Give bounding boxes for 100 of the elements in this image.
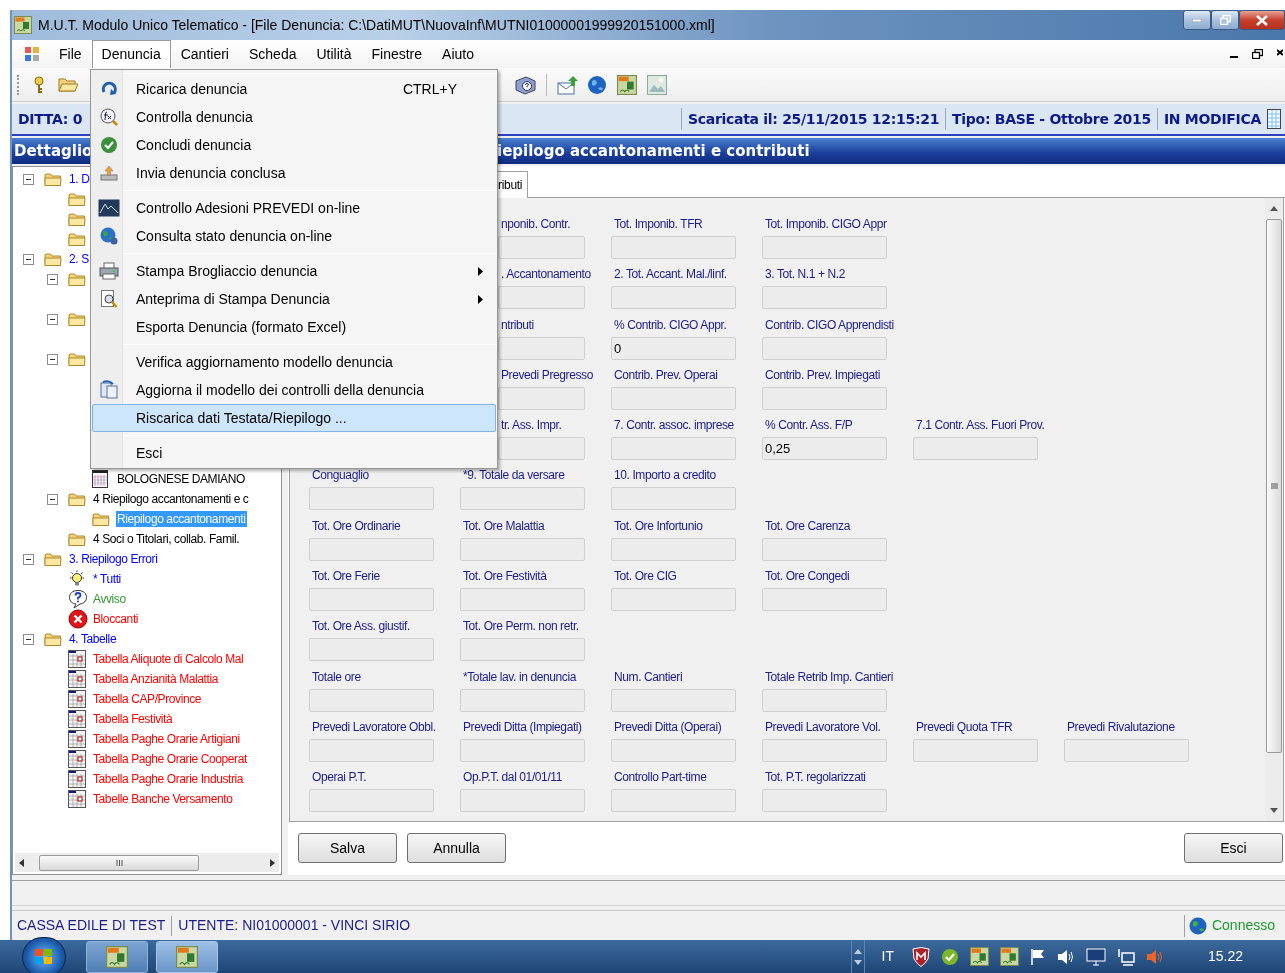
restore-icon[interactable] (1252, 49, 1263, 59)
tree-item[interactable]: Avviso (92, 591, 127, 607)
taskbar-app-button[interactable] (86, 940, 148, 973)
scrollbar-thumb[interactable] (39, 854, 199, 871)
input-field[interactable] (762, 236, 887, 259)
collapse-toggle[interactable] (23, 173, 34, 185)
tree-item[interactable]: 4 Soci o Titolari, collab. Famil. (92, 531, 241, 547)
input-field[interactable] (762, 286, 887, 310)
input-field[interactable] (498, 386, 585, 410)
tree-item[interactable]: Tabella Paghe Orarie Cooperat (92, 751, 248, 767)
collapse-toggle[interactable] (47, 353, 58, 365)
start-button[interactable] (22, 936, 66, 973)
collapse-toggle[interactable] (23, 253, 34, 265)
flag-icon[interactable] (1029, 947, 1046, 966)
action-button[interactable]: Esci (1184, 833, 1283, 863)
maximize-button[interactable] (1211, 10, 1239, 30)
input-field[interactable] (913, 738, 1038, 762)
app-logo-icon[interactable] (617, 74, 637, 95)
app-logo-icon[interactable] (969, 947, 989, 966)
app-logo-icon[interactable] (999, 947, 1019, 966)
input-field[interactable] (498, 437, 585, 461)
key-icon[interactable] (34, 75, 44, 94)
close-icon[interactable] (1277, 49, 1283, 59)
menu-item[interactable]: Controllo Adesioni PREVEDI on-line (92, 194, 496, 222)
menu-bar-item[interactable]: Cantieri (170, 40, 239, 68)
input-field[interactable]: 0,25 (762, 437, 887, 461)
input-field[interactable] (762, 738, 887, 762)
action-button[interactable]: Annulla (407, 833, 506, 863)
input-field[interactable] (611, 236, 736, 259)
input-field[interactable] (309, 588, 434, 612)
input-field[interactable] (762, 789, 887, 813)
menu-item[interactable]: Verifica aggiornamento modello denuncia (92, 348, 496, 376)
input-field[interactable] (611, 537, 736, 561)
input-field[interactable] (762, 336, 887, 360)
tree-item[interactable]: 4. Tabelle (68, 631, 118, 647)
tree-item[interactable]: Tabella Paghe Orarie Industria (92, 771, 245, 787)
input-field[interactable] (762, 537, 887, 561)
input-field[interactable] (460, 688, 585, 712)
action-button[interactable]: Salva (298, 833, 397, 863)
menu-bar-item[interactable]: Finestre (361, 40, 433, 68)
tree-item[interactable]: Tabella Aliquote di Calcolo Mal (92, 651, 245, 667)
menu-bar-item[interactable]: Scheda (238, 40, 307, 68)
check-badge-icon[interactable] (940, 947, 959, 966)
close-button[interactable] (1239, 10, 1285, 30)
menu-item[interactable]: Consulta stato denuncia on-line (92, 222, 496, 250)
input-field[interactable] (762, 386, 887, 410)
tree-item[interactable]: Tabella CAP/Province (92, 691, 203, 707)
collapse-toggle[interactable] (47, 493, 58, 505)
input-field[interactable] (309, 487, 434, 511)
input-field[interactable] (309, 537, 434, 561)
input-field[interactable] (611, 688, 736, 712)
speaker-icon[interactable] (1056, 947, 1075, 966)
menu-bar-item[interactable]: File (49, 40, 92, 68)
input-field[interactable] (611, 588, 736, 612)
tree-item[interactable]: 2. S (68, 251, 90, 267)
tree-item[interactable]: BOLOGNESE DAMIANO (116, 471, 246, 487)
input-field[interactable] (611, 437, 736, 461)
scroll-down-arrow-icon[interactable] (1270, 808, 1278, 813)
menu-item[interactable]: Anteprima di Stampa Denuncia (92, 285, 496, 313)
tree-item[interactable]: 3. Riepilogo Errori (68, 551, 159, 567)
menu-bar-item[interactable]: Denuncia (91, 40, 171, 68)
monitor-icon[interactable] (1085, 947, 1106, 966)
tree-item[interactable]: Tabella Anzianità Malattia (92, 671, 220, 687)
input-field[interactable] (309, 688, 434, 712)
clock[interactable]: 15.22 (1207, 946, 1243, 967)
input-field[interactable] (460, 537, 585, 561)
taskbar-app-button[interactable] (156, 940, 218, 973)
globe-icon[interactable] (587, 74, 607, 95)
minimize-button[interactable] (1183, 10, 1211, 30)
input-field[interactable] (762, 688, 887, 712)
vertical-scrollbar[interactable] (1265, 198, 1283, 821)
tree-item[interactable]: Tabella Paghe Orarie Artigiani (92, 731, 241, 747)
input-field[interactable] (611, 386, 736, 410)
input-field[interactable] (498, 236, 585, 259)
menu-bar-item[interactable]: Utilità (306, 40, 362, 68)
tree-item[interactable]: 4 Riepilogo accantonamenti e c (92, 491, 250, 507)
collapse-toggle[interactable] (47, 273, 58, 285)
tree-item[interactable]: Tabella Festività (92, 711, 174, 727)
scrollbar-thumb[interactable] (1266, 219, 1282, 753)
input-field[interactable] (611, 487, 736, 511)
menu-item[interactable]: Controlla denuncia (92, 103, 496, 131)
input-field[interactable] (460, 789, 585, 813)
app-menu-icon[interactable] (24, 46, 40, 62)
tree-item[interactable]: 1. D (68, 171, 91, 187)
menu-item[interactable]: Esci (92, 439, 496, 467)
input-field[interactable] (460, 487, 585, 511)
input-field[interactable] (498, 286, 585, 310)
menu-item[interactable]: Esporta Denuncia (formato Excel) (92, 313, 496, 341)
input-field[interactable] (762, 588, 887, 612)
tree-item[interactable]: * Tutti (92, 571, 122, 587)
input-field[interactable] (1064, 738, 1189, 762)
input-field[interactable] (309, 789, 434, 813)
tree-item[interactable]: Tabelle Banche Versamento (92, 791, 234, 807)
tree-item[interactable]: Bloccanti (92, 611, 140, 627)
input-field[interactable] (498, 336, 585, 360)
horizontal-scrollbar[interactable] (15, 853, 279, 872)
image-icon[interactable] (647, 74, 667, 95)
input-field[interactable] (460, 738, 585, 762)
input-field[interactable] (460, 638, 585, 662)
input-field[interactable] (913, 437, 1038, 461)
